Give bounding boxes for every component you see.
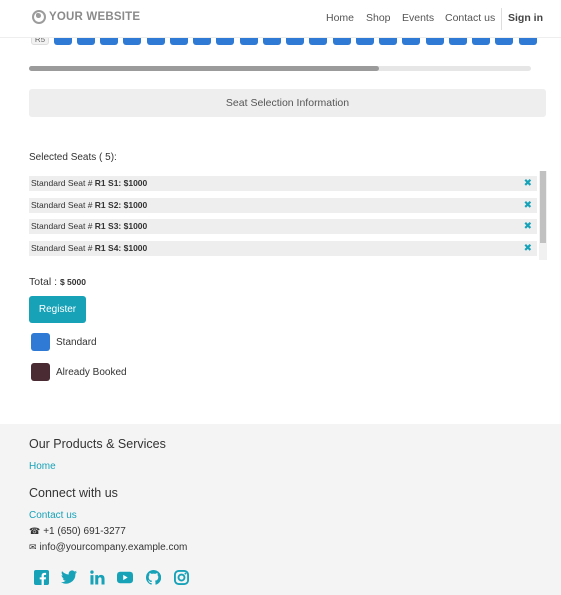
scrollbar-thumb[interactable] [29, 66, 379, 71]
connect-heading: Connect with us [29, 486, 118, 500]
nav-contact-us[interactable]: Contact us [445, 12, 495, 24]
seat-prefix: Standard Seat # [31, 200, 95, 210]
legend-label: Standard [56, 336, 97, 348]
footer-home-link[interactable]: Home [29, 461, 56, 472]
envelope-icon: ✉ [29, 542, 37, 552]
nav-events[interactable]: Events [402, 12, 434, 24]
seat-detail: R1 S4: $1000 [94, 243, 148, 253]
seat-selection-info-button[interactable]: Seat Selection Information [29, 89, 546, 117]
twitter-icon[interactable] [61, 569, 77, 585]
remove-icon[interactable]: ✖ [524, 176, 532, 191]
phone-number: +1 (650) 691-3277 [43, 526, 126, 537]
total-line: Total : $ 5000 [29, 276, 86, 288]
facebook-icon[interactable] [33, 569, 49, 585]
instagram-icon[interactable] [173, 569, 189, 585]
seat-detail: R1 S2: $1000 [94, 200, 148, 210]
seat-map-scrollbar[interactable] [29, 66, 531, 71]
list-item: Standard Seat # R1 S1: $1000 ✖ [29, 176, 537, 191]
phone-icon: ☎ [29, 526, 41, 536]
footer-phone: ☎ +1 (650) 691-3277 [29, 526, 126, 537]
remove-icon[interactable]: ✖ [524, 241, 532, 256]
booked-swatch [31, 363, 50, 381]
standard-swatch [31, 333, 50, 351]
total-label: Total : [29, 276, 58, 288]
github-icon[interactable] [145, 569, 161, 585]
youtube-icon[interactable] [117, 569, 133, 585]
logo-text: YOUR WEBSITE [49, 11, 141, 23]
site-header: YOUR WEBSITE Home Shop Events Contact us… [0, 0, 561, 38]
footer-contact-link[interactable]: Contact us [29, 510, 77, 521]
remove-icon[interactable]: ✖ [524, 198, 532, 213]
selected-seats-list: Standard Seat # R1 S1: $1000 ✖ Standard … [29, 172, 547, 260]
list-item: Standard Seat # R1 S3: $1000 ✖ [29, 219, 537, 234]
nav-home[interactable]: Home [326, 12, 354, 24]
products-heading: Our Products & Services [29, 437, 166, 451]
nav-divider [501, 8, 502, 30]
legend-label: Already Booked [56, 366, 127, 378]
footer-email: ✉ info@yourcompany.example.com [29, 542, 187, 553]
globe-icon [32, 10, 46, 24]
scrollbar-thumb[interactable] [540, 171, 546, 243]
remove-icon[interactable]: ✖ [524, 219, 532, 234]
register-button[interactable]: Register [29, 296, 86, 323]
nav-sign-in[interactable]: Sign in [508, 12, 543, 24]
legend-booked: Already Booked [31, 363, 127, 381]
seat-prefix: Standard Seat # [31, 221, 95, 231]
seat-prefix: Standard Seat # [31, 243, 95, 253]
selected-seats-title: Selected Seats ( 5): [29, 152, 117, 163]
list-item: Standard Seat # R1 S4: $1000 ✖ [29, 241, 537, 256]
seat-prefix: Standard Seat # [31, 178, 95, 188]
site-logo[interactable]: YOUR WEBSITE [32, 10, 140, 24]
nav-shop[interactable]: Shop [366, 12, 391, 24]
seat-detail: R1 S3: $1000 [94, 221, 148, 231]
legend-standard: Standard [31, 333, 97, 351]
seat-list-scrollbar[interactable] [539, 171, 547, 260]
total-value: $ 5000 [59, 277, 86, 287]
email-address: info@yourcompany.example.com [39, 542, 188, 553]
seat-detail: R1 S1: $1000 [94, 178, 148, 188]
social-links [33, 569, 201, 585]
list-item: Standard Seat # R1 S2: $1000 ✖ [29, 198, 537, 213]
linkedin-icon[interactable] [89, 569, 105, 585]
